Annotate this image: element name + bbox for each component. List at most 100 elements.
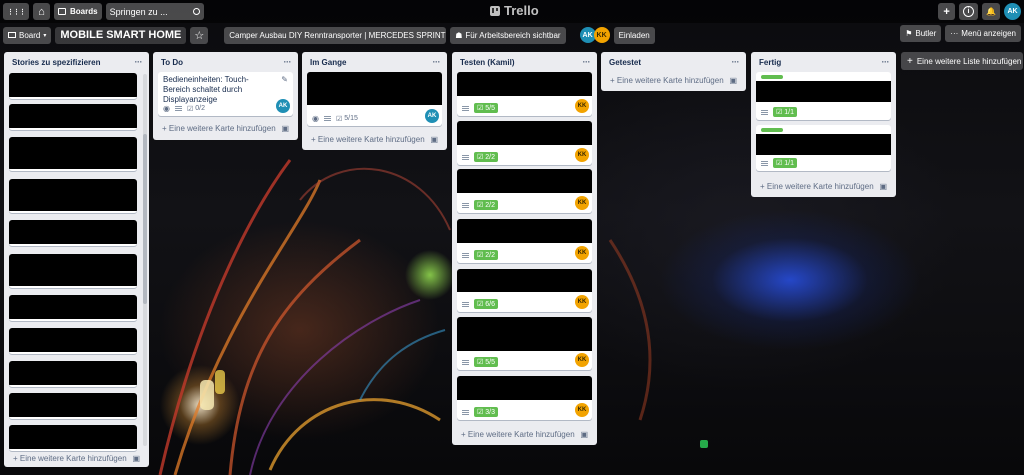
trello-logo[interactable]: Trello	[490, 3, 539, 18]
list-card[interactable]: ◉ ☑ 5/15 AK	[307, 72, 442, 126]
add-card-button[interactable]: + Eine weitere Karte hinzufügen ▣	[606, 72, 741, 88]
checklist-count: 5/15	[344, 115, 358, 122]
list-card[interactable]: ☑ 3/3 KK	[457, 376, 592, 420]
notification-bell-icon[interactable]: 🔔	[982, 3, 1000, 20]
redacted-content	[9, 137, 137, 169]
apps-icon[interactable]: ⋮⋮⋮	[3, 3, 29, 20]
board-title[interactable]: MOBILE SMART HOME	[55, 26, 187, 44]
card-member-avatar[interactable]: KK	[575, 196, 589, 210]
checklist-badge: ☑ 1/1	[773, 158, 798, 168]
list-card[interactable]	[9, 361, 137, 387]
card-member-avatar[interactable]: KK	[575, 353, 589, 367]
list-title[interactable]: Im Gange	[310, 58, 346, 67]
card-badges: ◉ ☑ 0/2	[163, 104, 205, 113]
card-member-avatar[interactable]: KK	[575, 148, 589, 162]
scrollbar-thumb[interactable]	[143, 134, 147, 304]
edit-pencil-icon[interactable]: ✎	[281, 75, 288, 84]
list-card[interactable]: ☑ 1/1	[756, 125, 891, 171]
home-icon[interactable]: ⌂	[33, 3, 50, 20]
invite-button[interactable]: Einladen	[613, 26, 655, 44]
list-menu-icon[interactable]: ···	[284, 57, 292, 67]
board-menu-label: Board	[19, 30, 41, 40]
list-card[interactable]	[9, 295, 137, 321]
card-member-avatar[interactable]: KK	[575, 99, 589, 113]
list-card[interactable]: ☑ 1/1	[756, 72, 891, 120]
card-template-icon[interactable]: ▣	[281, 124, 289, 133]
card-template-icon[interactable]: ▣	[729, 76, 737, 85]
list-title[interactable]: Fertig	[759, 58, 781, 67]
search-input[interactable]: Springen zu ...	[105, 3, 204, 20]
list-menu-icon[interactable]: ···	[135, 57, 143, 67]
member-avatar[interactable]: KK	[593, 27, 610, 43]
list-card[interactable]: ☑ 2/2 KK	[457, 121, 592, 165]
list-menu-icon[interactable]: ···	[882, 57, 890, 67]
add-card-button[interactable]: + Eine weitere Karte hinzufügen ▣	[158, 120, 293, 136]
list-title[interactable]: Getestet	[609, 58, 641, 67]
card-badges: ☑ 5/5	[462, 103, 499, 113]
redacted-content	[756, 81, 891, 102]
checklist-badge: ☑ 5/5	[474, 103, 499, 113]
star-icon[interactable]: ☆	[190, 26, 209, 44]
list-title[interactable]: Stories zu spezifizieren	[12, 58, 100, 67]
list-card[interactable]: ☑ 6/6 KK	[457, 269, 592, 312]
card-member-avatar[interactable]: AK	[276, 99, 290, 113]
card-template-icon[interactable]: ▣	[879, 182, 887, 191]
card-member-avatar[interactable]: KK	[575, 403, 589, 417]
checklist-icon: ☑	[477, 105, 484, 112]
add-card-label: Eine weitere Karte hinzufügen	[317, 134, 425, 144]
redacted-content	[9, 361, 137, 385]
card-template-icon[interactable]: ▣	[580, 430, 588, 439]
list-card[interactable]: ☑ 2/2 KK	[457, 219, 592, 263]
show-menu-button[interactable]: ··· Menü anzeigen	[945, 25, 1021, 42]
list-card[interactable]	[9, 254, 137, 288]
add-list-button[interactable]: + Eine weitere Liste hinzufügen	[901, 52, 1023, 70]
list-header: Testen (Kamil) ···	[452, 52, 597, 72]
card-member-avatar[interactable]: KK	[575, 295, 589, 309]
card-member-avatar[interactable]: AK	[425, 109, 439, 123]
list-header: Fertig ···	[751, 52, 896, 72]
checklist-icon: ☑	[776, 109, 783, 116]
list-card[interactable]	[9, 328, 137, 354]
list-card[interactable]	[9, 179, 137, 213]
checklist-count: 5/5	[485, 358, 496, 366]
list-card[interactable]: ☑ 5/5 KK	[457, 317, 592, 370]
card-member-avatar[interactable]: KK	[575, 246, 589, 260]
checklist-icon: ☑	[477, 202, 484, 209]
visibility-button[interactable]: ☗ Für Arbeitsbereich sichtbar	[450, 26, 566, 44]
list-card[interactable]: Bedieneinheiten: Touch-Bereich schaltet …	[158, 72, 293, 116]
list-card[interactable]: ☑ 5/5 KK	[457, 72, 592, 116]
card-template-icon[interactable]: ▣	[132, 454, 140, 463]
list-card[interactable]	[9, 425, 137, 451]
add-card-button[interactable]: + Eine weitere Karte hinzufügen ▣	[457, 426, 592, 442]
list-scrollbar[interactable]	[143, 74, 147, 446]
board-menu-button[interactable]: Board ▾	[3, 26, 52, 44]
list-card[interactable]: ☑ 2/2 KK	[457, 169, 592, 213]
list-tested: Getestet ··· + Eine weitere Karte hinzuf…	[601, 52, 746, 91]
create-plus-icon[interactable]: +	[938, 3, 956, 20]
team-button[interactable]: Camper Ausbau DIY Renntransporter | MERC…	[224, 26, 447, 44]
list-title[interactable]: To Do	[161, 58, 183, 67]
add-card-button[interactable]: + Eine weitere Karte hinzufügen ▣	[756, 178, 891, 194]
list-card[interactable]	[9, 137, 137, 171]
trello-logo-icon	[490, 5, 500, 16]
boards-button[interactable]: Boards	[54, 3, 102, 20]
user-avatar[interactable]: AK	[1004, 3, 1021, 20]
list-card[interactable]	[9, 393, 137, 419]
list-card[interactable]	[9, 104, 137, 130]
card-template-icon[interactable]: ▣	[430, 135, 438, 144]
list-menu-icon[interactable]: ···	[732, 57, 740, 67]
search-placeholder: Springen zu ...	[109, 6, 168, 17]
card-badges: ☑ 5/5	[462, 357, 499, 367]
list-title[interactable]: Testen (Kamil)	[460, 58, 515, 67]
list-menu-icon[interactable]: ···	[583, 57, 591, 67]
add-card-label: Eine weitere Karte hinzufügen	[616, 75, 724, 85]
butler-button[interactable]: ⚑ Butler	[900, 25, 942, 42]
list-card[interactable]	[9, 73, 137, 99]
info-icon[interactable]: i	[959, 3, 979, 20]
add-card-button[interactable]: + Eine weitere Karte hinzufügen ▣	[9, 450, 144, 466]
description-icon	[462, 359, 469, 365]
list-menu-icon[interactable]: ···	[433, 57, 441, 67]
add-card-button[interactable]: + Eine weitere Karte hinzufügen ▣	[307, 131, 442, 147]
list-card[interactable]	[9, 220, 137, 246]
checklist-icon: ☑	[335, 115, 343, 123]
